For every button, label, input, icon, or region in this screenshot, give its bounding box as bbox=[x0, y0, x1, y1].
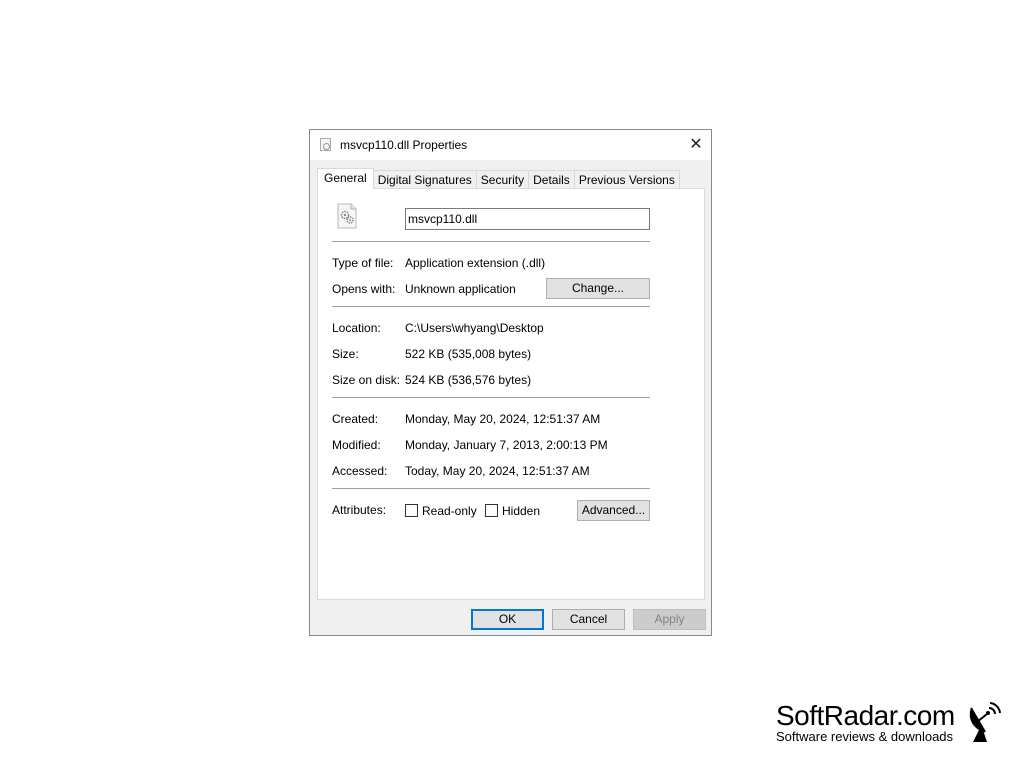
size-label: Size: bbox=[332, 347, 359, 361]
tab-security[interactable]: Security bbox=[475, 170, 530, 189]
created-value: Monday, May 20, 2024, 12:51:37 AM bbox=[405, 412, 601, 426]
watermark-tagline: Software reviews & downloads bbox=[776, 729, 954, 744]
location-label: Location: bbox=[332, 321, 381, 335]
cancel-button[interactable]: Cancel bbox=[552, 609, 625, 630]
accessed-value: Today, May 20, 2024, 12:51:37 AM bbox=[405, 464, 590, 478]
advanced-button[interactable]: Advanced... bbox=[577, 500, 650, 521]
gear-file-icon bbox=[337, 203, 357, 229]
tab-previous-versions[interactable]: Previous Versions bbox=[573, 170, 680, 189]
separator bbox=[332, 241, 650, 242]
tab-details[interactable]: Details bbox=[528, 170, 575, 189]
opens-with-value: Unknown application bbox=[405, 282, 516, 296]
title-bar[interactable]: msvcp110.dll Properties ✕ bbox=[310, 130, 711, 160]
tab-digital-signatures[interactable]: Digital Signatures bbox=[372, 170, 477, 189]
read-only-label[interactable]: Read-only bbox=[422, 504, 477, 518]
softradar-watermark: SoftRadar.com Software reviews & downloa… bbox=[776, 700, 955, 744]
read-only-checkbox[interactable] bbox=[405, 504, 418, 517]
attributes-label: Attributes: bbox=[332, 503, 387, 517]
accessed-label: Accessed: bbox=[332, 464, 388, 478]
ok-button[interactable]: OK bbox=[471, 609, 544, 630]
satellite-dish-icon bbox=[969, 702, 1001, 742]
watermark-name: SoftRadar.com bbox=[776, 700, 955, 731]
created-label: Created: bbox=[332, 412, 379, 426]
tab-general[interactable]: General bbox=[317, 168, 374, 189]
hidden-label[interactable]: Hidden bbox=[502, 504, 540, 518]
modified-value: Monday, January 7, 2013, 2:00:13 PM bbox=[405, 438, 608, 452]
size-value: 522 KB (535,008 bytes) bbox=[405, 347, 532, 361]
close-button[interactable]: ✕ bbox=[681, 130, 711, 160]
hidden-checkbox[interactable] bbox=[485, 504, 498, 517]
type-of-file-value: Application extension (.dll) bbox=[405, 256, 546, 270]
separator bbox=[332, 397, 650, 398]
separator bbox=[332, 488, 650, 489]
size-on-disk-label: Size on disk: bbox=[332, 373, 401, 387]
apply-button[interactable]: Apply bbox=[633, 609, 706, 630]
tab-strip: General Digital Signatures Security Deta… bbox=[317, 168, 680, 189]
dialog-title: msvcp110.dll Properties bbox=[340, 138, 468, 152]
dll-file-icon bbox=[320, 138, 331, 151]
modified-label: Modified: bbox=[332, 438, 381, 452]
properties-dialog: msvcp110.dll Properties ✕ General Digita… bbox=[309, 129, 712, 636]
general-panel: Type of file: Application extension (.dl… bbox=[317, 188, 705, 600]
separator bbox=[332, 306, 650, 307]
type-of-file-label: Type of file: bbox=[332, 256, 394, 270]
size-on-disk-value: 524 KB (536,576 bytes) bbox=[405, 373, 532, 387]
file-name-input[interactable] bbox=[405, 208, 650, 230]
location-value: C:\Users\whyang\Desktop bbox=[405, 321, 544, 335]
opens-with-label: Opens with: bbox=[332, 282, 396, 296]
change-button[interactable]: Change... bbox=[546, 278, 650, 299]
